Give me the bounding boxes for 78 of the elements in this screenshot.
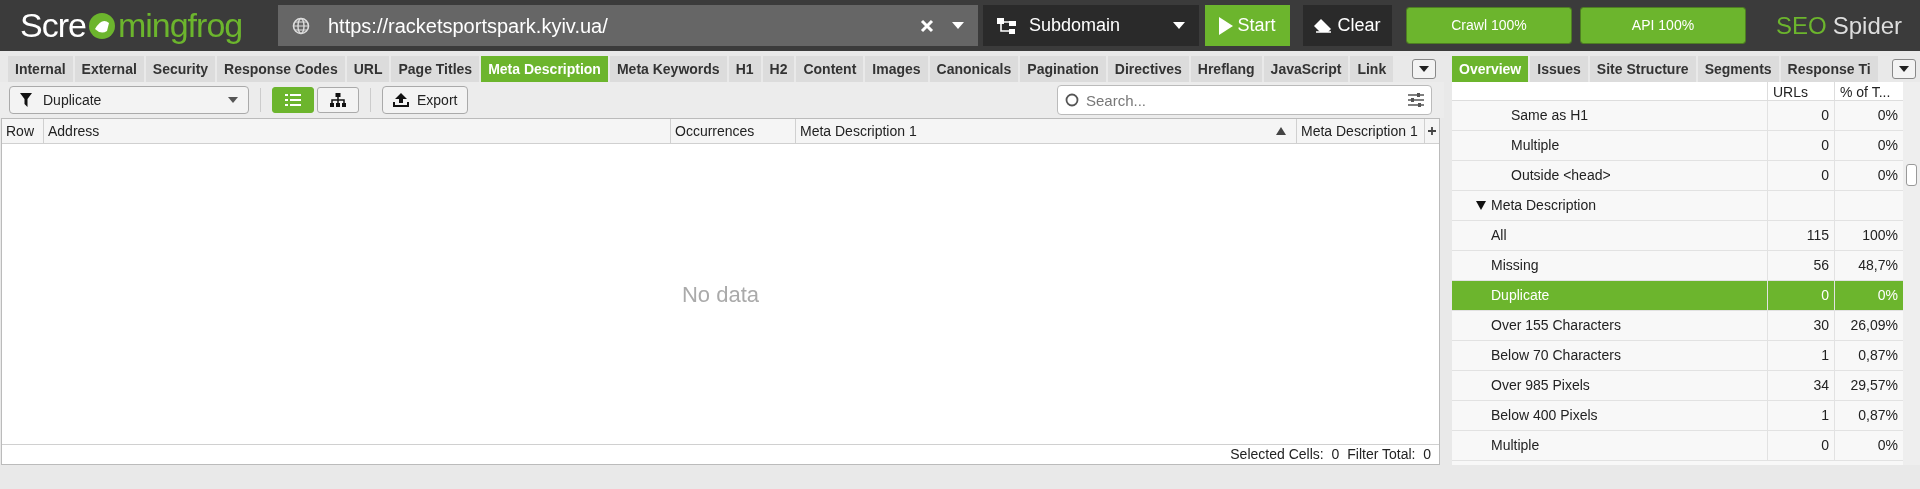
eraser-icon — [1314, 18, 1333, 33]
tab[interactable]: JavaScript — [1263, 56, 1349, 82]
tab[interactable]: Issues — [1530, 56, 1588, 82]
column-header[interactable]: Address — [44, 119, 671, 143]
caret-icon — [228, 97, 238, 103]
progress-label: Crawl 100% — [1450, 16, 1528, 35]
tab[interactable]: Security — [145, 56, 216, 82]
tab[interactable]: Meta Keywords — [609, 56, 727, 82]
tree-row[interactable]: Over 155 Characters 30 26,09% — [1452, 311, 1903, 341]
tree-row[interactable]: Same as H1 0 0% — [1452, 101, 1903, 131]
tab[interactable]: Response Ti — [1780, 56, 1878, 82]
status-text: Selected Cells: 0 — [1230, 445, 1340, 464]
column-header[interactable]: URLs — [1768, 82, 1835, 100]
filter-text: Duplicate — [43, 90, 103, 110]
empty-message: No data — [681, 280, 760, 309]
url-text: https://racketsportspark.kyiv.ua/ — [328, 13, 609, 39]
globe-icon — [292, 16, 310, 35]
tab[interactable]: URL — [346, 56, 390, 82]
close-icon — [920, 18, 934, 33]
tab[interactable]: Site Structure — [1589, 56, 1696, 82]
column-header[interactable]: Meta Description 1 — [796, 119, 1297, 143]
caret-icon — [1899, 66, 1909, 72]
caret-icon — [1173, 21, 1185, 30]
tree-row[interactable]: Below 70 Characters 1 0,87% — [1452, 341, 1903, 371]
tree-view-button[interactable] — [317, 87, 359, 113]
caret-icon — [952, 21, 964, 30]
scope-dropdown[interactable]: Subdomain — [983, 5, 1199, 46]
search-icon — [1065, 93, 1079, 107]
logo-text: Scre — [20, 5, 86, 46]
tab[interactable]: H1 — [728, 56, 761, 82]
search-field[interactable]: Search... — [1057, 85, 1432, 115]
tree-row[interactable]: Meta Description — [1452, 191, 1903, 221]
tab[interactable]: Internal — [8, 56, 73, 82]
tree-row[interactable]: Over 985 Pixels 34 29,57% — [1452, 371, 1903, 401]
play-icon — [1219, 16, 1234, 35]
product-name: Spider — [1832, 10, 1903, 41]
hierarchy-icon — [997, 17, 1017, 34]
tree-row[interactable]: All 115 100% — [1452, 221, 1903, 251]
tab[interactable]: Directives — [1107, 56, 1189, 82]
upload-icon — [393, 93, 409, 107]
product-name: SEO — [1776, 10, 1827, 41]
clear-button[interactable]: Clear — [1303, 5, 1392, 46]
tree-icon — [330, 93, 346, 107]
tree-row[interactable]: Outside <head> 0 0% — [1452, 161, 1903, 191]
tab[interactable]: Response Codes — [217, 56, 345, 82]
tree-row[interactable]: Below 400 Pixels 1 0,87% — [1452, 401, 1903, 431]
tab[interactable]: Hreflang — [1190, 56, 1262, 82]
filter-dropdown[interactable]: Duplicate — [9, 86, 249, 114]
plus-icon — [1428, 127, 1436, 135]
tab[interactable]: Link — [1350, 56, 1394, 82]
tab[interactable]: Canonicals — [929, 56, 1019, 82]
progress-label: API 100% — [1630, 16, 1696, 35]
more-tabs-button[interactable] — [1892, 59, 1916, 79]
scope-text: Subdomain — [1029, 14, 1122, 37]
logo-text: mingfrog — [117, 5, 243, 46]
list-icon — [285, 94, 301, 106]
tab[interactable]: Content — [796, 56, 864, 82]
scrollbar[interactable] — [1903, 82, 1920, 465]
tree-row[interactable]: Multiple 0 0% — [1452, 131, 1903, 161]
tab[interactable]: Images — [865, 56, 928, 82]
tree-row[interactable]: Multiple 0 0% — [1452, 431, 1903, 461]
url-field[interactable]: https://racketsportspark.kyiv.ua/ — [278, 5, 978, 46]
export-button[interactable]: Export — [382, 86, 469, 114]
column-header[interactable]: % of T... — [1835, 82, 1903, 100]
tab[interactable]: Pagination — [1020, 56, 1106, 82]
column-header[interactable]: Occurrences — [671, 119, 796, 143]
filter-icon — [20, 93, 32, 107]
frog-icon — [86, 10, 117, 41]
caret-icon — [1419, 66, 1429, 72]
tab[interactable]: H2 — [762, 56, 795, 82]
tab[interactable]: Segments — [1697, 56, 1779, 82]
tab[interactable]: External — [74, 56, 144, 82]
settings-icon — [1408, 93, 1424, 107]
column-header[interactable]: Row — [2, 119, 44, 143]
status-text: Filter Total: 0 — [1347, 445, 1431, 464]
tab[interactable]: Page Titles — [391, 56, 480, 82]
more-tabs-button[interactable] — [1412, 59, 1436, 79]
column-header[interactable]: Meta Description 1 — [1297, 119, 1425, 143]
